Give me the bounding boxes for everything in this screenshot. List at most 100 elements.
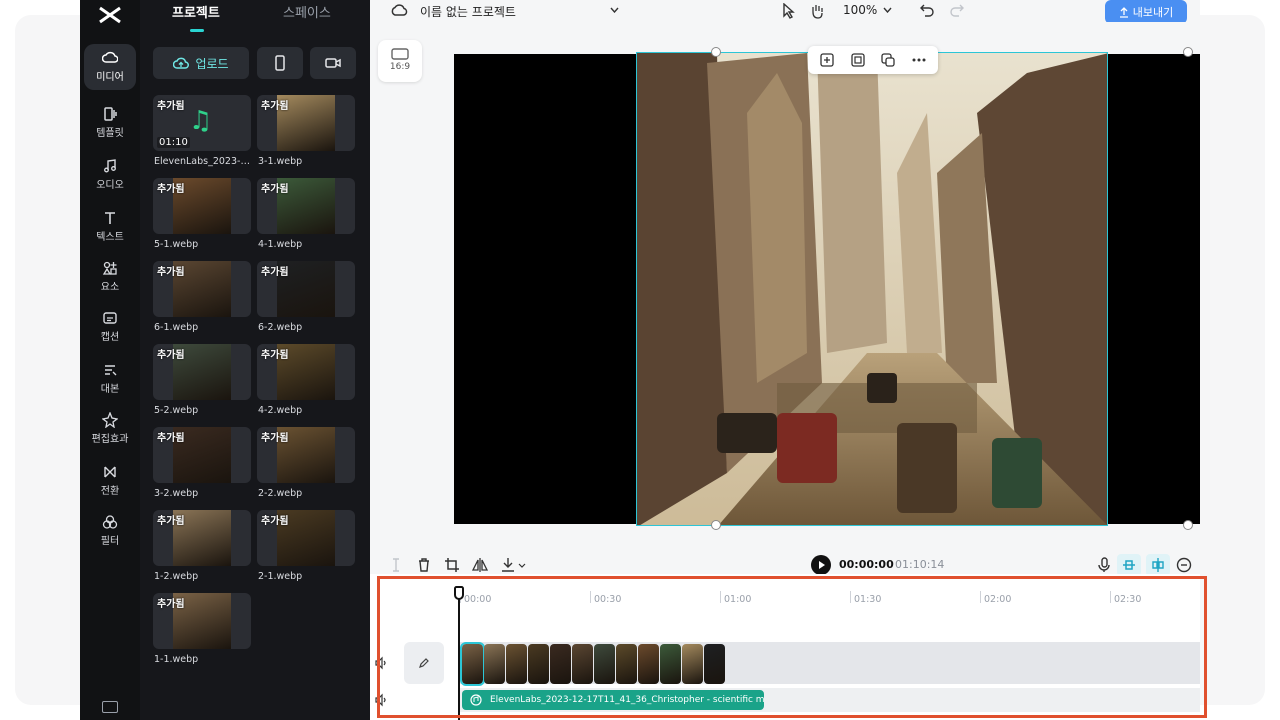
snap-icon [1123,560,1135,570]
media-thumbnail[interactable]: 추가됨 [153,344,251,400]
rail-item-transition[interactable]: 전환 [84,458,136,504]
media-filename: 6-2.webp [258,322,303,333]
flip-icon[interactable] [472,557,488,573]
total-time: 01:10:14 [895,558,945,571]
capcut-logo [99,6,121,24]
context-toolbar [808,46,938,74]
resize-handle-br[interactable] [1183,520,1193,530]
tab-project[interactable]: 프로젝트 [172,2,220,21]
rail-item-label: 대본 [100,384,120,395]
resize-handle-tr[interactable] [1183,47,1193,57]
magnet-toggle[interactable] [1117,554,1141,576]
template-icon [104,107,117,121]
caption-icon [103,312,117,324]
media-thumbnail[interactable]: 추가됨 [257,178,355,234]
rail-item-template[interactable]: 템플릿 [84,100,136,146]
download-chevron-icon[interactable] [518,563,526,568]
media-filename: 2-1.webp [258,571,303,582]
media-thumbnail[interactable]: 추가됨 [153,178,251,234]
rail-item-label: 텍스트 [96,232,124,243]
aspect-ratio-icon [391,48,409,60]
delete-icon[interactable] [416,557,432,573]
rail-item-text[interactable]: 텍스트 [84,204,136,250]
rail-item-label: 미디어 [96,72,124,83]
media-thumbnail[interactable]: 추가됨 [153,261,251,317]
split-icon[interactable] [388,557,404,573]
added-badge: 추가됨 [261,101,289,112]
zoom-out-icon[interactable] [1176,557,1192,573]
media-thumbnail[interactable]: 추가됨 [257,427,355,483]
added-badge: 추가됨 [157,350,185,361]
zoom-chevron-icon[interactable] [883,7,892,13]
rail-item-music[interactable]: 오디오 [84,152,136,198]
upload-label: 업로드 [195,56,229,71]
rail-item-label: 요소 [100,282,120,293]
media-thumbnail[interactable]: 추가됨 [153,510,251,566]
cloud-sync-icon[interactable] [390,3,408,17]
rail-item-filter[interactable]: 필터 [84,508,136,554]
add-frame-icon[interactable] [820,53,834,67]
music-note-icon: ♫ [189,106,213,136]
rail-item-elements[interactable]: 요소 [84,254,136,300]
replace-icon[interactable] [881,53,895,67]
phone-upload-button[interactable] [257,47,303,79]
media-filename: 4-1.webp [258,239,303,250]
playback-controls: 00:00:00 01:10:14 [370,544,1200,576]
microphone-icon[interactable] [1096,557,1112,573]
zoom-level[interactable]: 100% [843,3,877,17]
filter-icon [102,515,118,529]
rail-item-label: 오디오 [96,180,124,191]
media-thumbnail[interactable]: 추가됨 [257,510,355,566]
crop-icon[interactable] [444,557,460,573]
aspect-ratio-button[interactable]: 16:9 [378,40,422,82]
aspect-ratio-label: 16:9 [389,62,411,72]
media-thumbnail[interactable]: 추가됨 [257,344,355,400]
record-button[interactable] [310,47,356,79]
resize-handle-bl[interactable] [711,520,721,530]
media-filename: 1-2.webp [154,571,199,582]
media-panel: 프로젝트 스페이스 업로드 ♫ 01:10 추가됨 ElevenLabs_2023-1… [140,0,370,720]
effects-icon [102,412,118,428]
undo-icon[interactable] [920,3,934,17]
added-badge: 추가됨 [157,101,185,112]
media-filename: 6-1.webp [154,322,199,333]
rail-item-script[interactable]: 대본 [84,356,136,402]
media-thumbnail[interactable]: ♫ 01:10 추가됨 [153,95,251,151]
download-icon[interactable] [500,557,516,573]
more-options-icon[interactable] [912,53,926,67]
crop-frame-icon[interactable] [851,53,865,67]
media-filename: 4-2.webp [258,405,303,416]
resize-handle-tl[interactable] [711,47,721,57]
elements-icon [102,261,117,275]
added-badge: 추가됨 [261,184,289,195]
hand-tool-icon[interactable] [810,3,824,19]
chevron-down-icon[interactable] [610,7,619,13]
link-icon [1152,558,1164,572]
export-button[interactable]: 내보내기 [1105,0,1187,24]
media-thumbnail[interactable]: 추가됨 [257,261,355,317]
selected-video-frame[interactable] [636,52,1108,526]
added-badge: 추가됨 [157,267,185,278]
redo-icon[interactable] [950,3,964,17]
media-filename: 5-2.webp [154,405,199,416]
cloud-icon [102,51,118,63]
select-pointer-icon[interactable] [782,3,796,19]
rail-item-cloud[interactable]: 미디어 [84,44,136,90]
project-title[interactable]: 이름 없는 프로젝트 [420,3,516,20]
upload-button[interactable]: 업로드 [153,47,249,79]
current-time: 00:00:00 [839,558,894,571]
play-button[interactable] [811,555,831,575]
left-rail: 미디어템플릿오디오텍스트요소캡션대본편집효과전환 필터 [80,0,140,720]
media-thumbnail[interactable]: 추가됨 [257,95,355,151]
rail-item-effects[interactable]: 편집효과 [84,406,136,452]
text-icon [105,212,115,224]
keyboard-icon[interactable] [102,701,118,713]
top-bar: 이름 없는 프로젝트 100% 내보내기 [370,0,1200,24]
tab-space[interactable]: 스페이스 [283,2,331,21]
canvas-area: 16:9 [370,22,1200,544]
media-thumbnail[interactable]: 추가됨 [153,593,251,649]
media-thumbnail[interactable]: 추가됨 [153,427,251,483]
link-toggle[interactable] [1146,554,1170,576]
added-badge: 추가됨 [261,516,289,527]
rail-item-caption[interactable]: 캡션 [84,304,136,350]
